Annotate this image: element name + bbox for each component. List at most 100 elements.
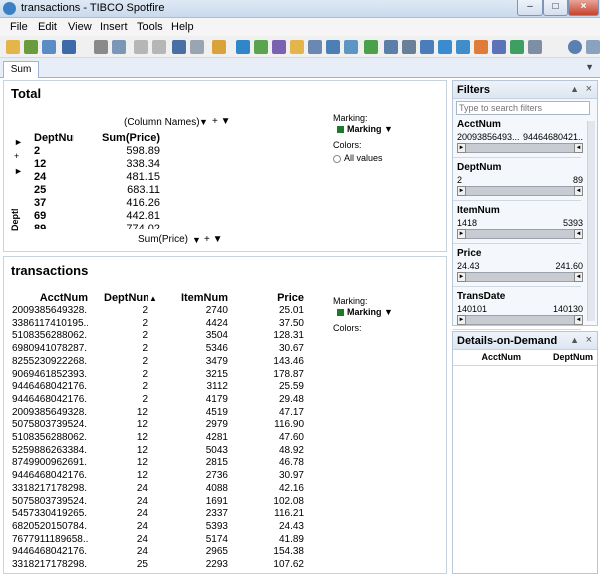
print-icon[interactable] xyxy=(94,40,108,54)
table-cell-deptnum: 25 xyxy=(136,559,148,570)
filter-name[interactable]: DeptNum xyxy=(457,162,501,173)
slider-left-handle-icon[interactable]: ► xyxy=(457,272,466,282)
cross-table-header-sum-price[interactable]: Sum(Price) xyxy=(102,132,160,144)
column-selector-dropdown-icon[interactable]: ▼ xyxy=(199,117,208,127)
line-chart-icon[interactable] xyxy=(456,40,470,54)
table-icon[interactable] xyxy=(384,40,398,54)
table-cell-itemnum: 2965 xyxy=(205,546,228,558)
menu-edit[interactable]: Edit xyxy=(38,21,57,33)
pie-chart-icon[interactable] xyxy=(474,40,488,54)
column-names-selector[interactable]: (Column Names) xyxy=(124,117,200,128)
save-icon[interactable] xyxy=(62,40,76,54)
table-header-deptnum[interactable]: DeptNum xyxy=(104,292,148,304)
undo-icon[interactable] xyxy=(172,40,186,54)
add-column-button[interactable]: + ▼ xyxy=(212,116,231,127)
slider-left-handle-icon[interactable]: ► xyxy=(457,143,466,153)
combination-chart-icon[interactable] xyxy=(492,40,506,54)
filter-name[interactable]: TransDate xyxy=(457,291,505,302)
add-data-icon[interactable] xyxy=(24,40,38,54)
lasso-icon[interactable] xyxy=(212,40,226,54)
table-header-price[interactable]: Price xyxy=(264,292,304,304)
slider-right-handle-icon[interactable]: ◄ xyxy=(574,229,583,239)
pin-icon[interactable]: ▲ xyxy=(570,335,579,345)
list-icon[interactable] xyxy=(308,40,322,54)
bookmark-icon[interactable] xyxy=(272,40,286,54)
slider-right-handle-icon[interactable]: ◄ xyxy=(574,186,583,196)
bar-chart-icon[interactable] xyxy=(438,40,452,54)
minimize-button[interactable]: – xyxy=(517,0,543,16)
range-slider[interactable]: ► ◄ xyxy=(457,315,583,325)
range-slider[interactable]: ► ◄ xyxy=(457,143,583,153)
maximize-button[interactable]: □ xyxy=(543,0,568,16)
value-selector-dropdown-icon[interactable]: ▼ xyxy=(192,235,201,245)
tab-sum[interactable]: Sum xyxy=(3,61,39,78)
menu-insert[interactable]: Insert xyxy=(100,21,128,33)
filter-min-value: 140101 xyxy=(457,304,488,314)
slider-left-handle-icon[interactable]: ► xyxy=(457,186,466,196)
menu-help[interactable]: Help xyxy=(171,21,194,33)
marking-selector[interactable]: Marking ▼ xyxy=(337,124,393,134)
table-cell-deptnum: 2 xyxy=(142,381,148,393)
range-slider[interactable]: ► ◄ xyxy=(457,272,583,282)
new-visualization-icon[interactable] xyxy=(364,40,378,54)
cross-table-header-deptnum[interactable]: DeptNum xyxy=(34,132,74,144)
chevron-down-icon[interactable]: ▼ xyxy=(585,62,594,72)
filter-name[interactable]: ItemNum xyxy=(457,205,500,216)
table-cell-itemnum: 1691 xyxy=(205,495,228,507)
slider-right-handle-icon[interactable]: ◄ xyxy=(574,315,583,325)
sort-ascending-icon: ▲ xyxy=(149,294,157,303)
close-icon[interactable]: × xyxy=(586,334,592,346)
value-selector[interactable]: Sum(Price) xyxy=(138,234,188,245)
filter-name[interactable]: Price xyxy=(457,248,481,259)
details-icon[interactable] xyxy=(254,40,268,54)
cross-table-icon[interactable] xyxy=(402,40,416,54)
add-value-button[interactable]: + ▼ xyxy=(204,234,223,245)
redo-icon[interactable] xyxy=(190,40,204,54)
help-icon[interactable] xyxy=(586,40,600,54)
gear-icon[interactable] xyxy=(568,40,582,54)
table-header-acctnum[interactable]: AcctNum xyxy=(12,292,88,304)
reload-icon[interactable] xyxy=(42,40,56,54)
page-icon[interactable] xyxy=(326,40,340,54)
paste-icon[interactable] xyxy=(152,40,166,54)
close-icon[interactable]: × xyxy=(586,83,592,95)
all-values-option[interactable]: All values xyxy=(333,153,383,163)
table-cell-price: 116.21 xyxy=(274,508,304,520)
tag-icon[interactable] xyxy=(290,40,304,54)
filter-name[interactable]: AcctNum xyxy=(457,119,501,130)
slider-left-handle-icon[interactable]: ► xyxy=(457,229,466,239)
filter-search-input[interactable] xyxy=(456,101,590,115)
table-cell-acctnum: 9446468042176... xyxy=(12,381,88,393)
open-folder-icon[interactable] xyxy=(6,40,20,54)
layout-icon[interactable] xyxy=(344,40,358,54)
add-row-icon[interactable]: + xyxy=(14,151,19,161)
export-icon[interactable] xyxy=(112,40,126,54)
menu-file[interactable]: File xyxy=(10,21,28,33)
range-slider[interactable]: ► ◄ xyxy=(457,186,583,196)
filters-scrollbar[interactable] xyxy=(587,121,595,321)
menu-tools[interactable]: Tools xyxy=(137,21,163,33)
more-tools-icon[interactable] xyxy=(528,40,542,54)
table-cell-price: 47.60 xyxy=(278,432,304,443)
table-cell-price: 30.97 xyxy=(278,470,304,482)
row-axis-label[interactable]: DeptNum xyxy=(10,209,22,231)
table-cell-deptnum: 2 xyxy=(142,330,148,342)
filter-divider xyxy=(453,157,581,158)
filter-icon[interactable] xyxy=(236,40,250,54)
close-button[interactable]: × xyxy=(568,0,599,16)
collapse-icon[interactable]: ► xyxy=(14,166,23,176)
table-cell-deptnum: 2 xyxy=(142,368,148,380)
pin-icon[interactable]: ▲ xyxy=(570,84,579,94)
copy-icon[interactable] xyxy=(134,40,148,54)
slider-left-handle-icon[interactable]: ► xyxy=(457,315,466,325)
range-slider[interactable]: ► ◄ xyxy=(457,229,583,239)
scatter-plot-icon[interactable] xyxy=(510,40,524,54)
table-cell-price: 178.87 xyxy=(273,368,304,380)
menu-view[interactable]: View xyxy=(68,21,92,33)
slider-right-handle-icon[interactable]: ◄ xyxy=(574,143,583,153)
slider-right-handle-icon[interactable]: ◄ xyxy=(574,272,583,282)
graphical-table-icon[interactable] xyxy=(420,40,434,54)
table-marking-selector[interactable]: Marking ▼ xyxy=(337,307,393,317)
expand-icon[interactable]: ► xyxy=(14,137,23,147)
table-header-itemnum[interactable]: ItemNum xyxy=(174,292,228,304)
